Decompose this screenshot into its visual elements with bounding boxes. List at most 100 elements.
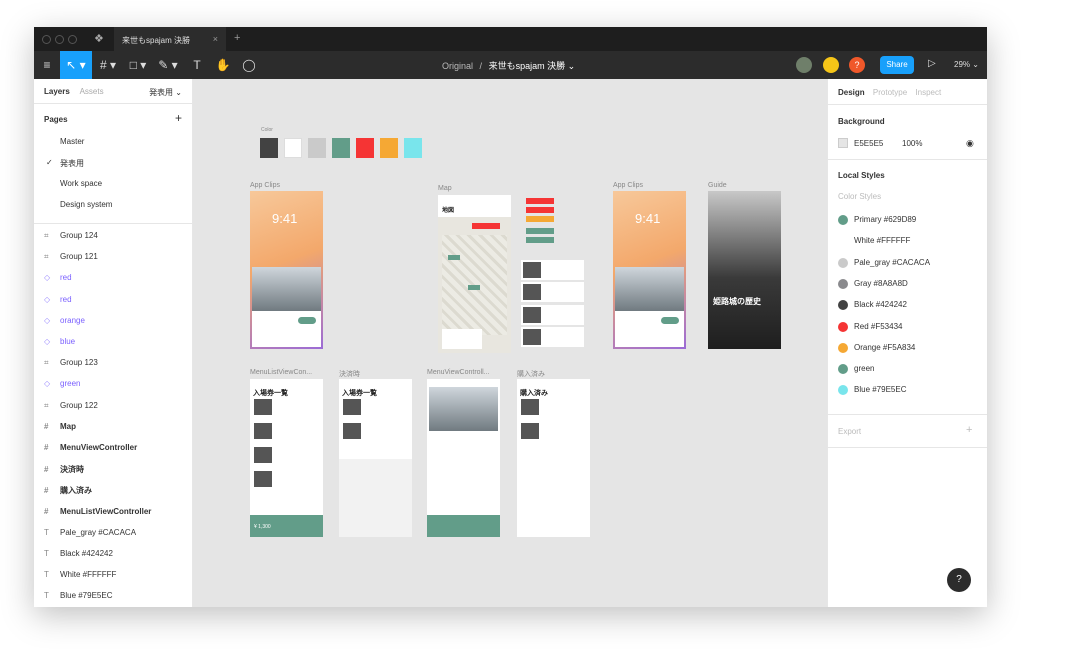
frame-guide[interactable]: 姫路城の歴史 (708, 191, 781, 349)
canvas[interactable]: Color App Clips 9:41 Map 地図 App Clips 9:… (193, 79, 827, 607)
frame-tool-icon[interactable]: # ▾ (94, 51, 122, 79)
close-tab-icon[interactable]: × (213, 34, 218, 44)
new-tab-icon[interactable]: + (234, 32, 240, 44)
layer-item[interactable]: # 購入済み (44, 485, 92, 499)
layer-item[interactable]: ◇ red (44, 295, 72, 309)
present-play-icon[interactable]: ▷ (928, 58, 936, 69)
add-export-icon[interactable]: + (966, 424, 972, 436)
file-tab[interactable]: 来世もspajam 決勝 × (114, 27, 226, 51)
color-chip[interactable] (308, 138, 326, 158)
list-item[interactable] (521, 260, 584, 280)
background-hex[interactable]: E5E5E5 (854, 139, 883, 148)
map-pin[interactable] (448, 255, 460, 260)
page-item-workspace[interactable]: Work space (60, 179, 102, 188)
frame-app-clips[interactable]: 9:41 (250, 191, 323, 349)
figma-logo-icon[interactable]: ❖ (94, 32, 104, 45)
add-to-cart-bar[interactable] (427, 515, 500, 537)
color-chip[interactable] (380, 138, 398, 158)
color-style-item[interactable]: Red #F53434 (838, 321, 902, 334)
color-chip[interactable] (356, 138, 374, 158)
color-style-item[interactable]: green (838, 364, 874, 376)
main-menu-icon[interactable]: ≡ (36, 51, 58, 79)
frame-menu-view[interactable] (427, 379, 500, 537)
shape-tool-icon[interactable]: □ ▾ (124, 51, 152, 79)
open-button[interactable] (298, 317, 316, 324)
layer-item[interactable]: ⌗ Group 123 (44, 358, 98, 372)
page-item-master[interactable]: Master (60, 137, 84, 146)
close-window-button[interactable] (42, 35, 51, 44)
page-item-design-system[interactable]: Design system (60, 200, 112, 209)
color-chip[interactable] (260, 138, 278, 158)
frame-map[interactable]: 地図 (438, 195, 511, 353)
tab-assets[interactable]: Assets (80, 87, 104, 96)
move-tool-icon[interactable]: ↖ ▾ (60, 51, 92, 79)
color-style-item[interactable]: Blue #79E5EC (838, 385, 906, 397)
pen-tool-icon[interactable]: ✎ ▾ (154, 51, 182, 79)
add-page-icon[interactable]: + (175, 111, 182, 125)
layer-item[interactable]: ⌗ Group 124 (44, 231, 98, 245)
layer-item[interactable]: ◇ blue (44, 337, 75, 351)
map-pin[interactable] (468, 285, 480, 290)
layer-item[interactable]: ◇ orange (44, 316, 85, 330)
comment-tool-icon[interactable]: ◯ (238, 51, 260, 79)
tab-design[interactable]: Design (838, 88, 865, 97)
layer-item[interactable]: ⌗ Group 121 (44, 252, 98, 266)
map-card[interactable] (442, 329, 482, 349)
ticket-list-title: 入場券一覧 (253, 390, 288, 397)
frame-menu-list[interactable]: 入場券一覧 ¥ 1,300 (250, 379, 323, 537)
chevron-down-icon[interactable]: ⌄ (568, 61, 576, 71)
current-page-selector[interactable]: 発表用 ⌄ (149, 87, 182, 98)
zoom-menu[interactable]: 29% ⌄ (954, 60, 979, 69)
layer-item[interactable]: # MenuViewController (44, 443, 137, 457)
list-item[interactable] (521, 305, 584, 325)
layer-item[interactable]: T Black #424242 (44, 549, 113, 563)
frame-purchased[interactable]: 購入済み (517, 379, 590, 537)
avatar[interactable] (823, 57, 839, 73)
color-chip[interactable] (332, 138, 350, 158)
open-button[interactable] (661, 317, 679, 324)
breadcrumb-project[interactable]: Original (442, 61, 473, 71)
layer-name: 決済時 (60, 465, 84, 475)
tab-prototype[interactable]: Prototype (873, 88, 907, 97)
thumbnail (523, 307, 541, 323)
color-chip[interactable] (404, 138, 422, 158)
layer-item[interactable]: T Pale_gray #CACACA (44, 528, 136, 542)
list-item[interactable] (521, 327, 584, 347)
avatar[interactable] (796, 57, 812, 73)
text-tool-icon[interactable]: T (186, 51, 208, 79)
page-item-presentation[interactable]: 発表用 (60, 158, 84, 169)
list-item[interactable] (521, 282, 584, 302)
layer-item[interactable]: # 決済時 (44, 464, 84, 478)
share-button[interactable]: Share (880, 56, 914, 74)
avatar[interactable]: ? (849, 57, 865, 73)
color-style-item[interactable]: Primary #629D89 (838, 215, 916, 227)
layer-item[interactable]: T Blue #79E5EC (44, 591, 112, 605)
hand-tool-icon[interactable]: ✋ (212, 51, 234, 79)
color-style-item[interactable]: Gray #8A8A8D (838, 278, 908, 291)
title-bar: ❖ 来世もspajam 決勝 × + (34, 27, 987, 51)
tab-layers[interactable]: Layers (44, 87, 70, 96)
layer-item[interactable]: T White #FFFFFF (44, 570, 116, 584)
color-style-item[interactable]: Pale_gray #CACACA (838, 257, 930, 270)
layer-item[interactable]: # MenuListViewController (44, 507, 151, 521)
layer-item[interactable]: # Map (44, 422, 76, 436)
layer-item[interactable]: ⌗ Group 122 (44, 401, 98, 415)
help-button[interactable]: ? (947, 568, 971, 592)
maximize-window-button[interactable] (68, 35, 77, 44)
frame-payment[interactable]: 入場券一覧 (339, 379, 412, 537)
color-style-item[interactable]: Black #424242 (838, 300, 907, 312)
color-chip[interactable] (284, 138, 302, 158)
background-opacity[interactable]: 100% (902, 139, 922, 148)
breadcrumb-file[interactable]: 来世もspajam 決勝 (489, 61, 566, 71)
tab-inspect[interactable]: Inspect (915, 88, 941, 97)
background-swatch[interactable] (838, 138, 848, 148)
color-style-item[interactable]: Orange #F5A834 (838, 342, 915, 355)
minimize-window-button[interactable] (55, 35, 64, 44)
layer-item[interactable]: ◇ red (44, 273, 72, 287)
checkout-bar[interactable]: ¥ 1,300 (250, 515, 323, 537)
layer-item[interactable]: ◇ green (44, 379, 80, 393)
color-style-item[interactable]: White #FFFFFF (838, 236, 910, 248)
frame-app-clips[interactable]: 9:41 (613, 191, 686, 349)
eye-icon[interactable]: ◉ (966, 138, 974, 149)
map-pin[interactable] (472, 223, 500, 229)
